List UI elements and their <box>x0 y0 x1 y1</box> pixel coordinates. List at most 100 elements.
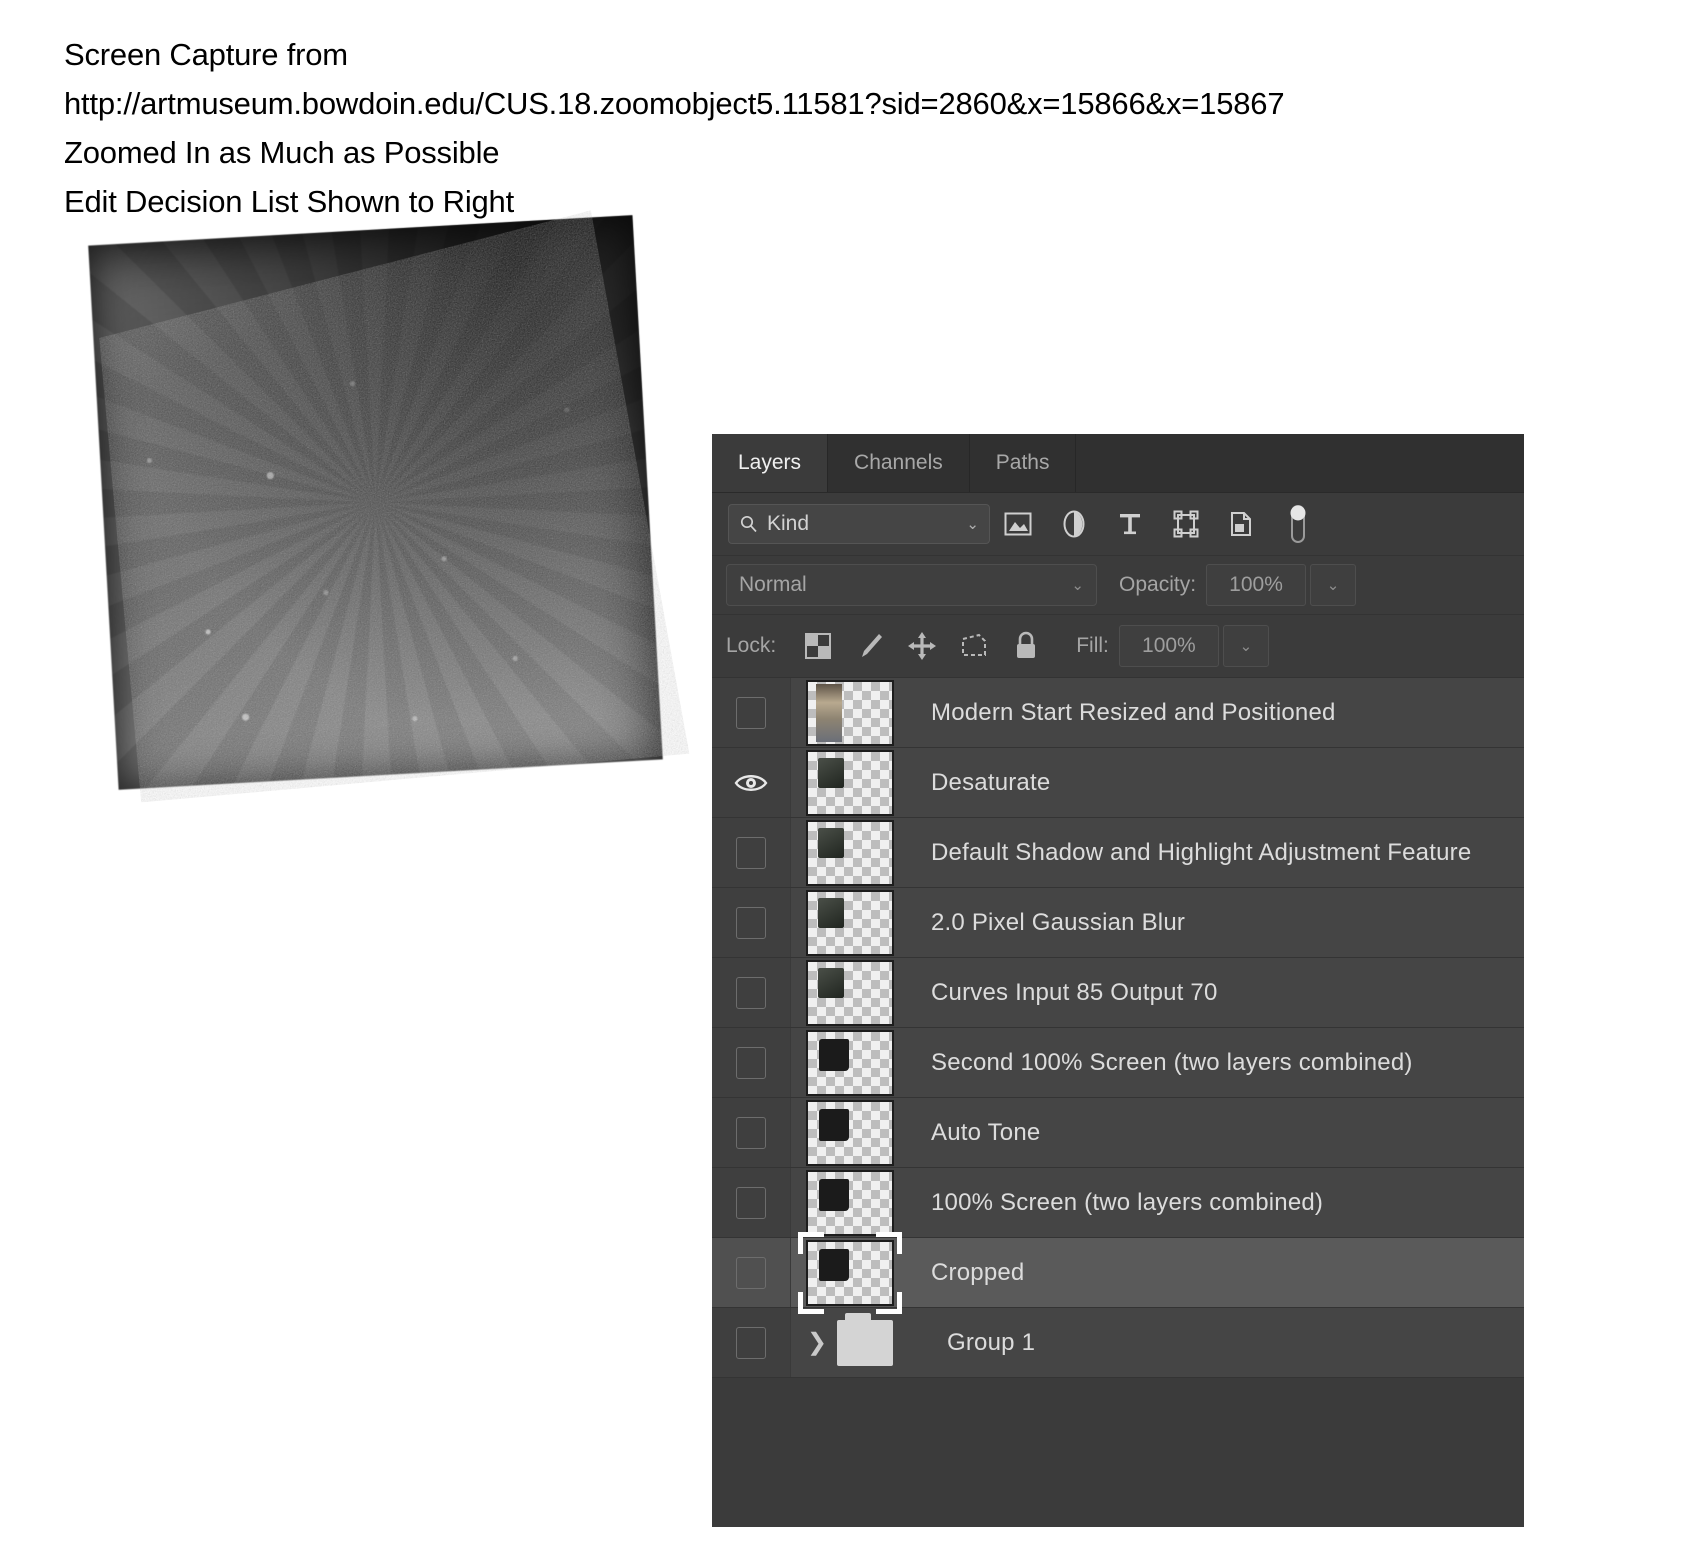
layer-name-label: Auto Tone <box>931 1118 1041 1146</box>
smart-object-filter-icon[interactable] <box>1214 502 1270 546</box>
layer-list: Modern Start Resized and Positioned Desat… <box>712 678 1524 1378</box>
eye-hidden-icon <box>736 1046 766 1079</box>
pixel-layer-filter-icon[interactable] <box>990 502 1046 546</box>
tab-paths[interactable]: Paths <box>969 434 1077 492</box>
tab-layers-label: Layers <box>738 451 802 474</box>
layer-visibility-toggle[interactable] <box>712 1168 791 1237</box>
eye-hidden-icon <box>736 1326 766 1359</box>
shape-layer-filter-icon[interactable] <box>1158 502 1214 546</box>
folder-icon <box>837 1312 894 1366</box>
layer-name-label: Default Shadow and Highlight Adjustment … <box>931 838 1472 866</box>
fill-input[interactable]: 100% <box>1118 625 1219 667</box>
layer-row[interactable]: Desaturate <box>712 748 1524 818</box>
layer-visibility-toggle[interactable] <box>712 1308 791 1377</box>
layer-visibility-toggle[interactable] <box>712 958 791 1027</box>
lock-artboard-nesting-icon[interactable] <box>948 624 1000 668</box>
layer-thumbnail[interactable] <box>791 678 909 747</box>
panel-tab-bar: Layers Channels Paths <box>712 434 1524 493</box>
type-layer-filter-icon[interactable] <box>1102 502 1158 546</box>
layer-visibility-toggle[interactable] <box>712 748 791 817</box>
layer-name-label: 100% Screen (two layers combined) <box>931 1188 1324 1216</box>
eye-hidden-icon <box>736 1116 766 1149</box>
lock-row: Lock: Fill: 100% ⌄ <box>712 615 1524 678</box>
eye-visible-icon <box>734 774 768 791</box>
eye-hidden-icon <box>736 1186 766 1219</box>
photoshop-layers-panel: Layers Channels Paths Kind ⌄ Normal ⌄ Op… <box>712 434 1524 1527</box>
caption-line-3: Zoomed In as Much as Possible <box>64 135 500 170</box>
eye-hidden-icon <box>736 1256 766 1289</box>
layer-visibility-toggle[interactable] <box>712 888 791 957</box>
layer-thumbnail[interactable] <box>791 748 909 817</box>
lock-transparent-pixels-icon[interactable] <box>792 624 844 668</box>
lock-position-icon[interactable] <box>896 624 948 668</box>
blend-mode-dropdown[interactable]: Normal ⌄ <box>726 564 1097 606</box>
opacity-stepper[interactable]: ⌄ <box>1310 564 1357 606</box>
tab-bar-empty-area <box>1076 434 1524 492</box>
layer-row[interactable]: Second 100% Screen (two layers combined) <box>712 1028 1524 1098</box>
eye-hidden-icon <box>736 976 766 1009</box>
layer-thumbnail-image <box>806 749 894 816</box>
layer-row[interactable]: Cropped <box>712 1231 1524 1314</box>
adjustment-layer-filter-icon[interactable] <box>1046 502 1102 546</box>
filter-toggle-switch[interactable] <box>1270 502 1326 546</box>
layer-thumbnail-image <box>806 679 894 746</box>
layer-thumbnail-image <box>806 1239 894 1306</box>
layer-thumbnail-image <box>806 1099 894 1166</box>
tab-paths-label: Paths <box>995 451 1050 474</box>
fill-stepper[interactable]: ⌄ <box>1222 625 1269 667</box>
layer-name-label: Modern Start Resized and Positioned <box>931 698 1336 726</box>
layer-thumbnail[interactable] <box>791 888 909 957</box>
tab-channels-label: Channels <box>854 451 943 474</box>
layer-name-label: 2.0 Pixel Gaussian Blur <box>931 908 1186 936</box>
layer-thumbnail-image <box>806 889 894 956</box>
tab-channels[interactable]: Channels <box>828 434 970 492</box>
layer-row[interactable]: 100% Screen (two layers combined) <box>712 1168 1524 1238</box>
layer-row[interactable]: 2.0 Pixel Gaussian Blur <box>712 888 1524 958</box>
chevron-right-icon[interactable]: ❯ <box>807 1328 827 1357</box>
layer-row[interactable]: Default Shadow and Highlight Adjustment … <box>712 818 1524 888</box>
layer-name-label: Cropped <box>931 1258 1025 1286</box>
layer-thumbnail[interactable] <box>791 1098 909 1167</box>
eye-hidden-icon <box>736 696 766 729</box>
layer-filter-row: Kind ⌄ <box>712 493 1524 556</box>
layer-thumbnail[interactable] <box>791 958 909 1027</box>
layer-thumbnail-image <box>806 959 894 1026</box>
lock-image-pixels-icon[interactable] <box>844 624 896 668</box>
layer-thumbnail[interactable] <box>791 818 909 887</box>
layer-thumbnail[interactable] <box>791 1168 909 1237</box>
layer-name-label: Second 100% Screen (two layers combined) <box>931 1048 1413 1076</box>
layer-visibility-toggle[interactable] <box>712 678 791 747</box>
filter-kind-label: Kind <box>767 512 810 535</box>
layer-name-label: Curves Input 85 Output 70 <box>931 978 1218 1006</box>
eye-hidden-icon <box>736 836 766 869</box>
opacity-input[interactable]: 100% <box>1206 564 1307 606</box>
layer-visibility-toggle[interactable] <box>712 1238 791 1307</box>
layer-thumbnail-image <box>806 819 894 886</box>
layer-row[interactable]: ❯ Group 1 <box>712 1308 1524 1378</box>
layer-row[interactable]: Auto Tone <box>712 1098 1524 1168</box>
lock-label: Lock: <box>726 634 777 657</box>
zoomed-artwork-image <box>88 206 691 804</box>
layer-visibility-toggle[interactable] <box>712 818 791 887</box>
lock-all-icon[interactable] <box>1000 624 1052 668</box>
tab-layers[interactable]: Layers <box>712 434 829 492</box>
layer-thumbnail[interactable] <box>791 1231 909 1314</box>
layer-thumbnail-image <box>806 1169 894 1236</box>
filter-kind-dropdown[interactable]: Kind ⌄ <box>728 504 990 544</box>
layer-group-thumbnail[interactable]: ❯ <box>791 1308 925 1377</box>
caption-line-1: Screen Capture from <box>64 37 348 72</box>
caption-line-2: http://artmuseum.bowdoin.edu/CUS.18.zoom… <box>64 86 1285 121</box>
layer-thumbnail[interactable] <box>791 1028 909 1097</box>
fill-label: Fill: <box>1076 634 1109 657</box>
blend-mode-row: Normal ⌄ Opacity: 100% ⌄ <box>712 556 1524 615</box>
layer-row[interactable]: Modern Start Resized and Positioned <box>712 678 1524 748</box>
chevron-down-icon: ⌄ <box>1071 577 1084 594</box>
layer-visibility-toggle[interactable] <box>712 1098 791 1167</box>
eye-hidden-icon <box>736 906 766 939</box>
layer-row[interactable]: Curves Input 85 Output 70 <box>712 958 1524 1028</box>
layer-visibility-toggle[interactable] <box>712 1028 791 1097</box>
artwork-surface <box>88 215 663 790</box>
search-icon <box>740 515 757 533</box>
caption-block: Screen Capture from http://artmuseum.bow… <box>64 30 1364 226</box>
layer-name-label: Desaturate <box>931 768 1051 796</box>
